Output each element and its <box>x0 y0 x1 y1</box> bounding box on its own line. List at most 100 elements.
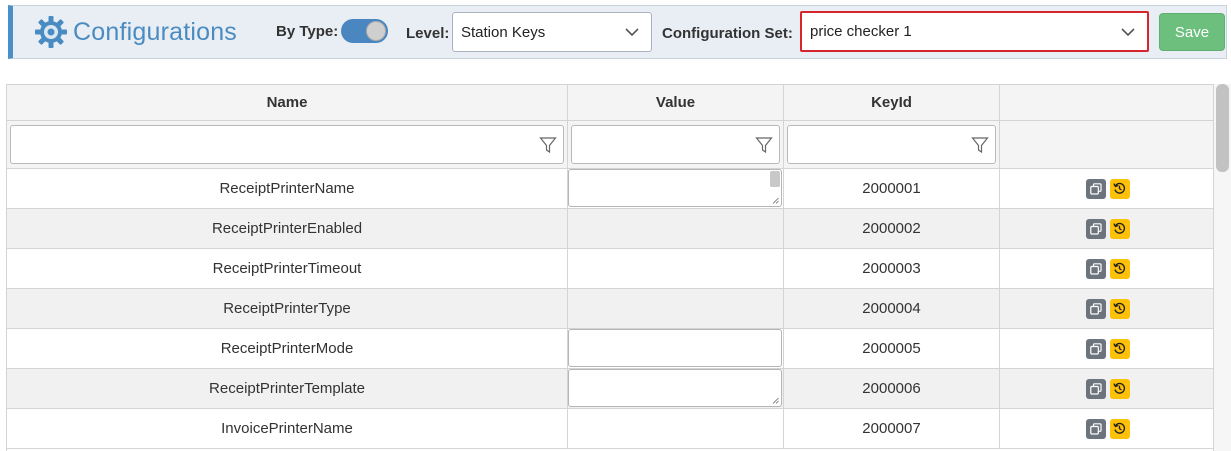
history-icon <box>1113 342 1126 355</box>
by-type-toggle[interactable] <box>341 19 388 43</box>
chevron-down-icon <box>1121 27 1135 36</box>
copy-button[interactable] <box>1085 218 1106 239</box>
reset-button[interactable] <box>1109 218 1130 239</box>
filter-icon[interactable] <box>755 136 773 154</box>
save-button[interactable]: Save <box>1159 13 1225 51</box>
scrollbar-thumb[interactable] <box>1216 84 1229 172</box>
history-icon <box>1113 422 1126 435</box>
cell-name: ReceiptPrinterMode <box>7 329 568 369</box>
reset-button[interactable] <box>1109 298 1130 319</box>
reset-button[interactable] <box>1109 378 1130 399</box>
cell-keyid: 2000003 <box>784 249 1000 289</box>
cell-actions <box>1000 369 1213 409</box>
cell-actions <box>1000 209 1213 249</box>
config-name: ReceiptPrinterMode <box>220 340 354 357</box>
textarea-scroll-thumb[interactable] <box>770 171 780 187</box>
cell-value <box>568 209 784 249</box>
key-id: 2000005 <box>862 340 921 357</box>
resize-grip-icon[interactable] <box>772 197 779 204</box>
key-id: 2000004 <box>862 300 921 317</box>
reset-button[interactable] <box>1109 338 1130 359</box>
column-header-keyid[interactable]: KeyId <box>784 85 1000 121</box>
history-icon <box>1113 222 1126 235</box>
toggle-knob <box>366 21 386 41</box>
copy-button[interactable] <box>1085 378 1106 399</box>
filter-icon[interactable] <box>539 136 557 154</box>
cell-actions <box>1000 249 1213 289</box>
cell-value <box>568 409 784 449</box>
copy-icon <box>1089 422 1102 435</box>
chevron-down-icon <box>625 28 639 37</box>
config-name: InvoicePrinterName <box>221 420 353 437</box>
brand: Configurations <box>33 14 237 50</box>
config-grid: Name Value KeyId ReceiptPrinterName 20000… <box>6 84 1214 451</box>
table-row: ReceiptPrinterName 2000001 <box>7 169 1213 209</box>
filter-cell-value <box>568 121 784 169</box>
key-id: 2000002 <box>862 220 921 237</box>
cell-actions <box>1000 329 1213 369</box>
by-type-label: By Type: <box>276 23 339 40</box>
filter-cell-actions <box>1000 121 1213 169</box>
cell-actions <box>1000 289 1213 329</box>
config-set-select[interactable]: price checker 1 <box>800 11 1149 52</box>
value-filter-input[interactable] <box>571 125 780 164</box>
copy-icon <box>1089 342 1102 355</box>
copy-icon <box>1089 222 1102 235</box>
cell-value <box>568 169 784 209</box>
copy-icon <box>1089 262 1102 275</box>
level-select-value: Station Keys <box>461 23 546 41</box>
cell-keyid: 2000004 <box>784 289 1000 329</box>
cell-keyid: 2000002 <box>784 209 1000 249</box>
filter-cell-keyid <box>784 121 1000 169</box>
keyid-filter-input[interactable] <box>787 125 996 164</box>
key-id: 2000001 <box>862 180 921 197</box>
history-icon <box>1113 302 1126 315</box>
config-set-label: Configuration Set: <box>662 25 793 42</box>
resize-grip-icon[interactable] <box>772 397 779 404</box>
value-textarea[interactable] <box>568 169 782 207</box>
cell-actions <box>1000 409 1213 449</box>
copy-icon <box>1089 382 1102 395</box>
cell-keyid: 2000005 <box>784 329 1000 369</box>
reset-button[interactable] <box>1109 418 1130 439</box>
cell-value <box>568 289 784 329</box>
cell-name: ReceiptPrinterTemplate <box>7 369 568 409</box>
cell-name: ReceiptPrinterTimeout <box>7 249 568 289</box>
level-label: Level: <box>406 25 450 42</box>
table-row: ReceiptPrinterMode 2000005 <box>7 329 1213 369</box>
column-header-value[interactable]: Value <box>568 85 784 121</box>
table-row: ReceiptPrinterEnabled 2000002 <box>7 209 1213 249</box>
cell-name: ReceiptPrinterType <box>7 289 568 329</box>
cell-keyid: 2000007 <box>784 409 1000 449</box>
table-row: ReceiptPrinterTimeout 2000003 <box>7 249 1213 289</box>
gear-icon <box>35 16 67 48</box>
reset-button[interactable] <box>1109 258 1130 279</box>
table-row: ReceiptPrinterTemplate 2000006 <box>7 369 1213 409</box>
copy-button[interactable] <box>1085 338 1106 359</box>
value-input[interactable] <box>568 329 782 367</box>
copy-button[interactable] <box>1085 178 1106 199</box>
column-header-actions <box>1000 85 1213 121</box>
key-id: 2000007 <box>862 420 921 437</box>
value-textarea[interactable] <box>568 369 782 407</box>
level-select[interactable]: Station Keys <box>452 12 652 52</box>
name-filter-input[interactable] <box>10 125 564 164</box>
column-header-name[interactable]: Name <box>7 85 568 121</box>
history-icon <box>1113 382 1126 395</box>
config-name: ReceiptPrinterName <box>219 180 355 197</box>
history-icon <box>1113 262 1126 275</box>
config-name: ReceiptPrinterTimeout <box>212 260 362 277</box>
copy-icon <box>1089 302 1102 315</box>
cell-name: ReceiptPrinterEnabled <box>7 209 568 249</box>
filter-icon[interactable] <box>971 136 989 154</box>
vertical-scrollbar[interactable] <box>1214 84 1231 451</box>
table-row: InvoicePrinterName 2000007 <box>7 409 1213 449</box>
config-name: ReceiptPrinterType <box>223 300 351 317</box>
cell-value <box>568 329 784 369</box>
copy-button[interactable] <box>1085 298 1106 319</box>
copy-button[interactable] <box>1085 418 1106 439</box>
reset-button[interactable] <box>1109 178 1130 199</box>
key-id: 2000003 <box>862 260 921 277</box>
grid-header-row: Name Value KeyId <box>7 85 1213 121</box>
copy-button[interactable] <box>1085 258 1106 279</box>
